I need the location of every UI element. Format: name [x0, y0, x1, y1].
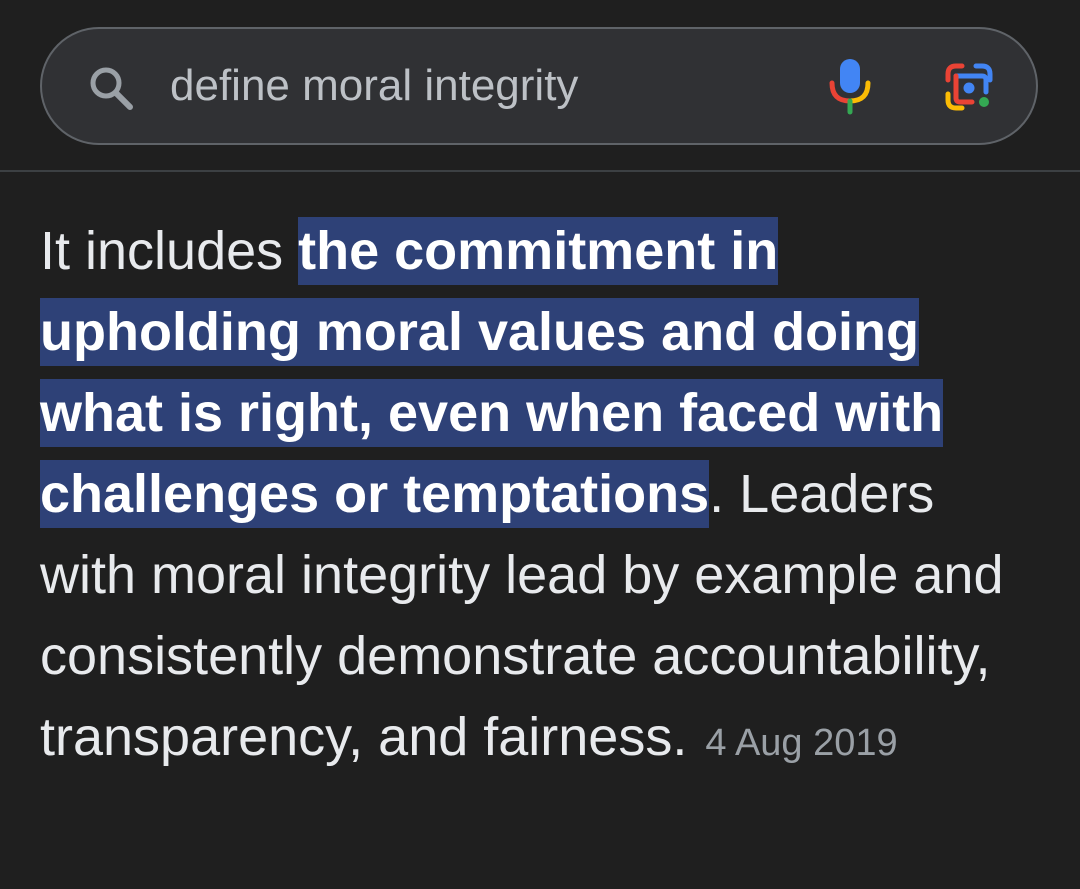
search-bar[interactable]: [40, 27, 1038, 145]
search-input[interactable]: [170, 29, 810, 143]
header-divider: [0, 170, 1080, 172]
snippet-text-before: It includes: [40, 221, 299, 281]
lens-icon[interactable]: [944, 62, 994, 112]
snippet-date: 4 Aug 2019: [705, 722, 898, 764]
featured-snippet: It includes the commitment in upholding …: [40, 211, 1040, 784]
search-icon[interactable]: [86, 63, 136, 113]
mic-icon[interactable]: [828, 57, 872, 115]
